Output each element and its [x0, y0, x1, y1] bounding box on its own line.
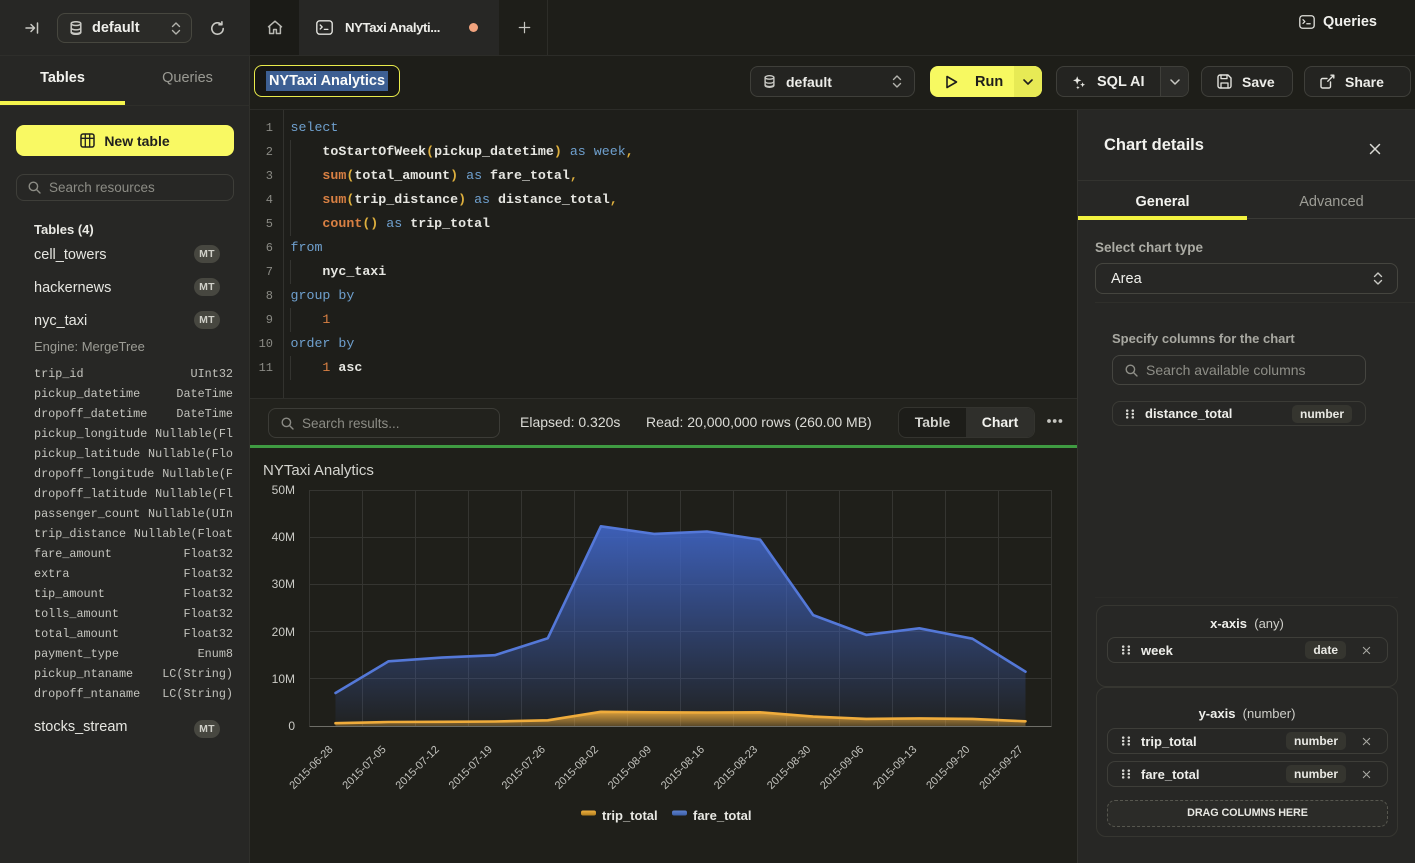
svg-text:2015-08-09: 2015-08-09 [606, 744, 654, 792]
svg-text:40M: 40M [272, 530, 295, 544]
svg-text:2015-08-30: 2015-08-30 [765, 744, 813, 792]
svg-text:2015-07-19: 2015-07-19 [447, 744, 495, 792]
svg-text:10M: 10M [272, 672, 295, 686]
svg-text:2015-08-16: 2015-08-16 [659, 744, 707, 792]
svg-text:0: 0 [288, 719, 295, 733]
svg-text:NYTaxi Analytics: NYTaxi Analytics [263, 462, 374, 479]
svg-text:2015-08-23: 2015-08-23 [712, 744, 760, 792]
svg-text:2015-06-28: 2015-06-28 [287, 744, 335, 792]
svg-text:2015-07-12: 2015-07-12 [394, 744, 442, 792]
svg-text:2015-07-05: 2015-07-05 [340, 744, 388, 792]
svg-text:2015-08-02: 2015-08-02 [553, 744, 601, 792]
svg-text:50M: 50M [272, 483, 295, 497]
svg-text:2015-07-26: 2015-07-26 [500, 744, 548, 792]
svg-text:2015-09-27: 2015-09-27 [977, 744, 1025, 792]
svg-text:2015-09-13: 2015-09-13 [871, 744, 919, 792]
svg-text:fare_total: fare_total [693, 808, 752, 823]
svg-text:30M: 30M [272, 577, 295, 591]
svg-text:2015-09-20: 2015-09-20 [924, 744, 972, 792]
svg-text:20M: 20M [272, 625, 295, 639]
svg-text:trip_total: trip_total [602, 808, 658, 823]
svg-text:2015-09-06: 2015-09-06 [818, 744, 866, 792]
